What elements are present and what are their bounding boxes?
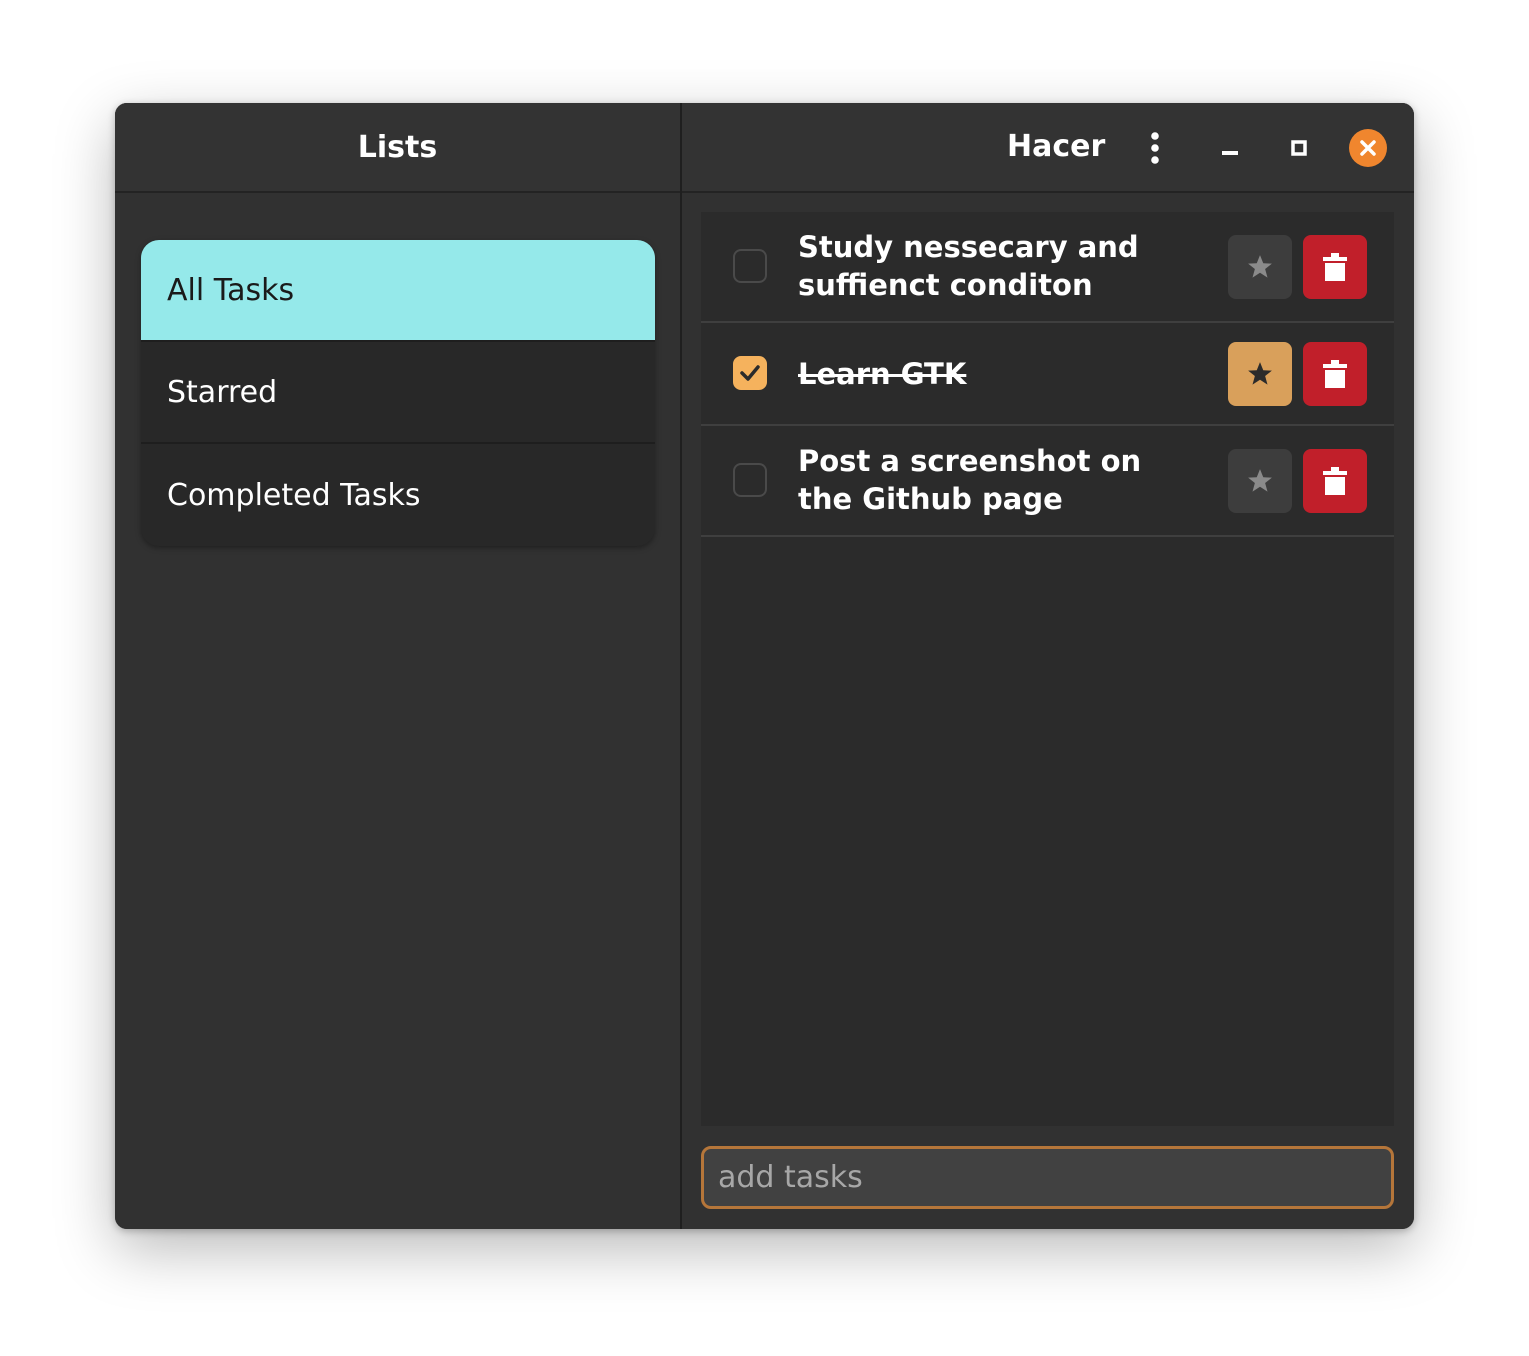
trash-icon — [1323, 467, 1347, 495]
task-list: Study nessecary and suffienct conditon L… — [701, 212, 1394, 1126]
task-title: Learn GTK — [798, 357, 967, 391]
star-icon — [1248, 469, 1272, 492]
task-row: Post a screenshot on the Github page — [701, 426, 1394, 537]
list-item-label: Starred — [167, 374, 278, 410]
minimize-icon — [1222, 151, 1238, 155]
task-title: Study nessecary and suffienct conditon — [798, 230, 1139, 302]
star-button[interactable] — [1228, 342, 1292, 406]
delete-button[interactable] — [1303, 342, 1367, 406]
main-content: Hacer Study nessecary and suffienct cond… — [682, 103, 1414, 1229]
header-bar: Hacer — [682, 103, 1414, 193]
sidebar: Lists All Tasks Starred Completed Tasks — [115, 103, 682, 1229]
task-checkbox[interactable] — [733, 463, 767, 497]
app-window: Lists All Tasks Starred Completed Tasks … — [115, 103, 1414, 1229]
task-checkbox-checked[interactable] — [733, 356, 767, 390]
trash-icon — [1323, 360, 1347, 388]
app-title: Hacer — [1007, 129, 1106, 164]
list-item-starred[interactable]: Starred — [141, 342, 655, 444]
lists-box: All Tasks Starred Completed Tasks — [141, 240, 655, 546]
task-row: Study nessecary and suffienct conditon — [701, 212, 1394, 323]
star-button[interactable] — [1228, 449, 1292, 513]
task-checkbox[interactable] — [733, 249, 767, 283]
minimize-button[interactable] — [1211, 129, 1249, 167]
list-item-all-tasks[interactable]: All Tasks — [141, 240, 655, 342]
star-icon — [1248, 362, 1272, 385]
menu-icon — [1151, 132, 1159, 164]
star-icon — [1248, 255, 1272, 278]
task-title: Post a screenshot on the Github page — [798, 444, 1142, 516]
star-button[interactable] — [1228, 235, 1292, 299]
maximize-icon — [1291, 140, 1307, 156]
task-row: Learn GTK — [701, 323, 1394, 426]
sidebar-title: Lists — [357, 129, 438, 165]
maximize-button[interactable] — [1280, 129, 1318, 167]
close-button[interactable] — [1349, 129, 1387, 167]
add-task-input[interactable] — [701, 1146, 1394, 1209]
menu-button[interactable] — [1136, 129, 1174, 167]
list-item-completed-tasks[interactable]: Completed Tasks — [141, 444, 655, 546]
delete-button[interactable] — [1303, 449, 1367, 513]
trash-icon — [1323, 253, 1347, 281]
sidebar-header: Lists — [115, 103, 680, 193]
list-item-label: Completed Tasks — [167, 477, 421, 513]
close-icon — [1360, 140, 1376, 156]
delete-button[interactable] — [1303, 235, 1367, 299]
checkmark-icon — [740, 365, 760, 381]
list-item-label: All Tasks — [167, 272, 295, 308]
